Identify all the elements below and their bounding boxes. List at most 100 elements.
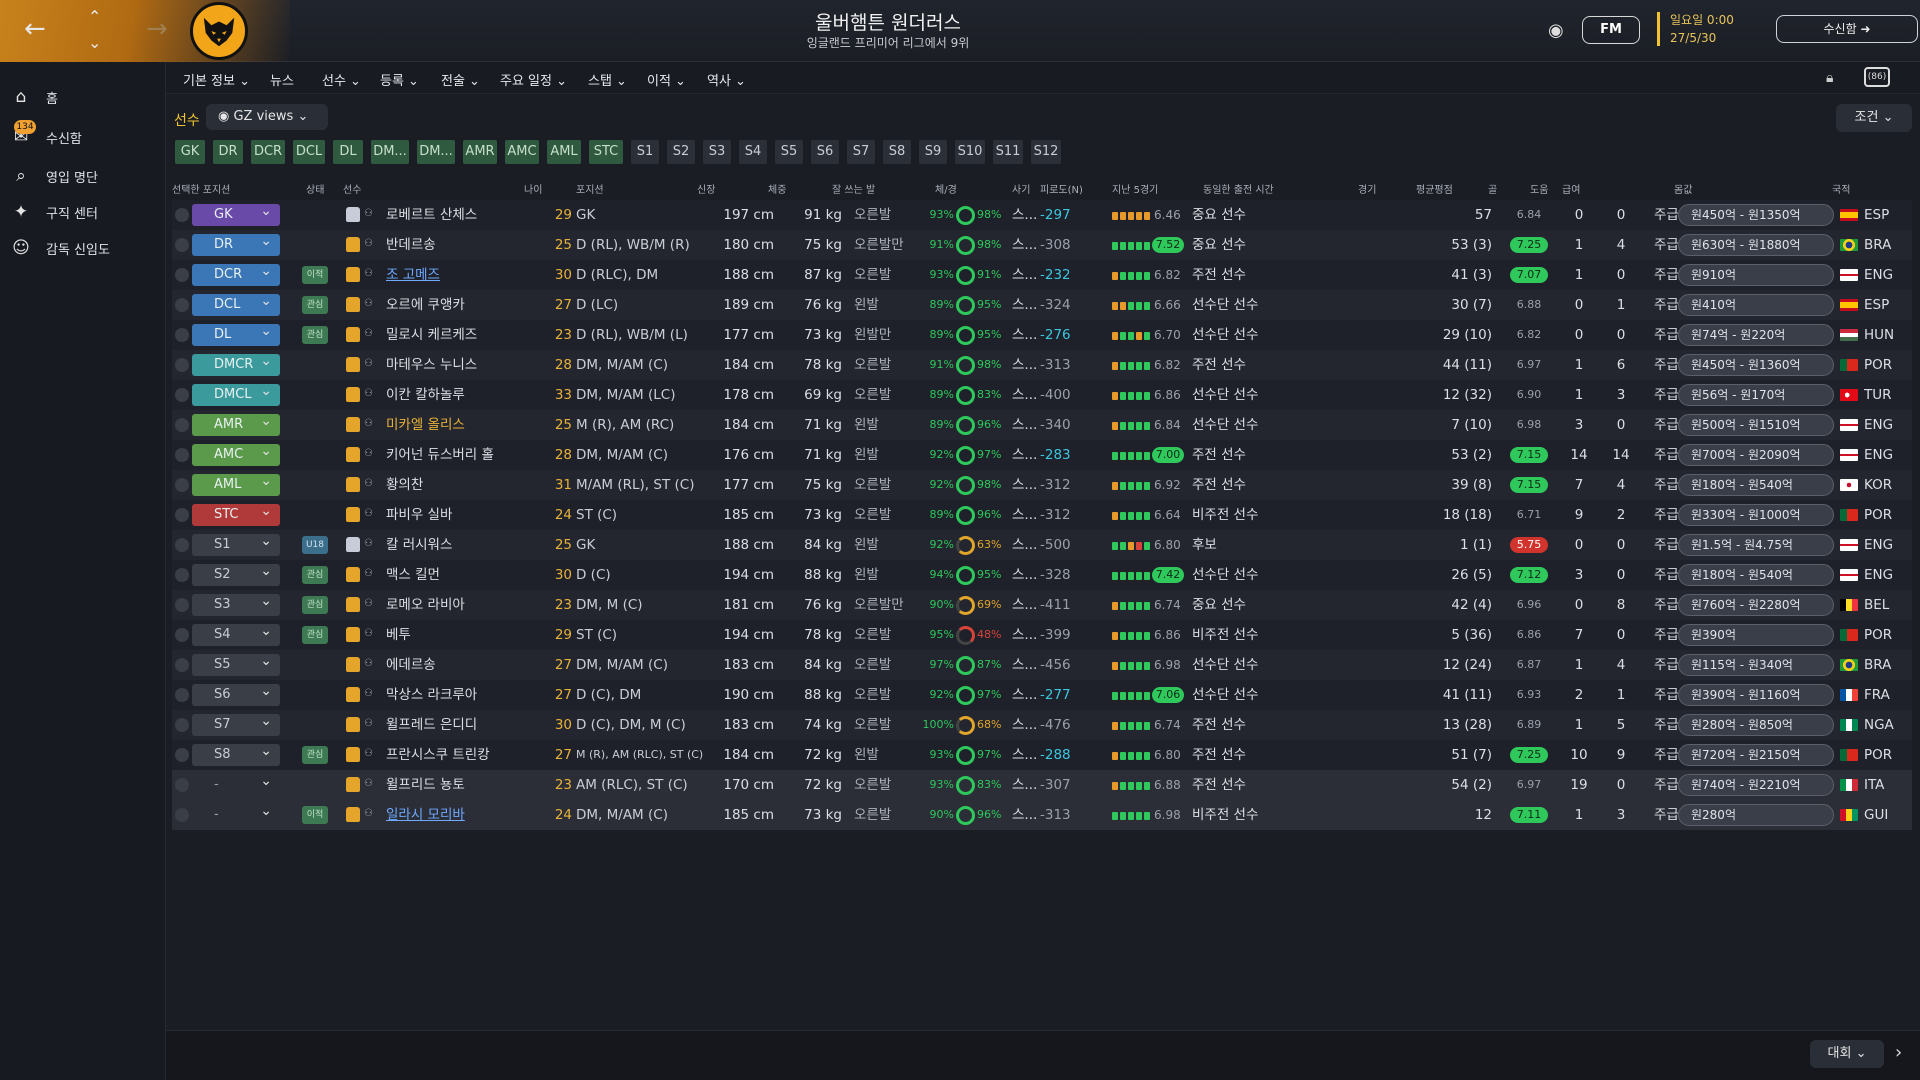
selected-position-dropdown[interactable]: DR bbox=[192, 230, 280, 256]
player-name[interactable]: 조 고메즈 bbox=[386, 260, 536, 290]
menu-schedule[interactable]: 주요 일정 ⌄ bbox=[500, 70, 567, 89]
selected-position-dropdown[interactable]: S1 bbox=[192, 530, 280, 556]
row-select-checkbox[interactable] bbox=[175, 598, 189, 612]
status-badge[interactable]: 관심 bbox=[302, 326, 328, 344]
table-row[interactable]: S2관심⚇맥스 킬먼30D (C)194 cm88 kg왼발94%95%스...… bbox=[172, 560, 1912, 590]
row-select-checkbox[interactable] bbox=[175, 568, 189, 582]
table-row[interactable]: S5⚇에데르송27DM, M/AM (C)183 cm84 kg오른발97%87… bbox=[172, 650, 1912, 680]
selected-position-dropdown[interactable]: S8 bbox=[192, 740, 280, 766]
table-row[interactable]: DL관심⚇밀로시 케르케즈23D (RL), WB/M (L)177 cm73 … bbox=[172, 320, 1912, 350]
selected-position-dropdown[interactable]: AMC bbox=[192, 440, 280, 466]
menu-news[interactable]: 뉴스 bbox=[270, 70, 294, 89]
current-date[interactable]: 27/5/30 bbox=[1670, 31, 1716, 45]
inbox-continue-button[interactable]: 수신함 ➜ bbox=[1776, 15, 1918, 43]
menu-transfers[interactable]: 이적 ⌄ bbox=[647, 70, 686, 89]
competition-dropdown[interactable]: 대회 ⌄ bbox=[1810, 1040, 1884, 1068]
column-header[interactable]: 급여 bbox=[1562, 181, 1580, 196]
tab-s4[interactable]: S4 bbox=[739, 140, 767, 164]
column-header[interactable]: 평균평점 bbox=[1416, 181, 1453, 196]
tab-dr[interactable]: DR bbox=[213, 140, 243, 164]
selected-position-dropdown[interactable]: AML bbox=[192, 470, 280, 496]
row-select-checkbox[interactable] bbox=[175, 418, 189, 432]
row-select-checkbox[interactable] bbox=[175, 268, 189, 282]
row-select-checkbox[interactable] bbox=[175, 658, 189, 672]
tab-amc[interactable]: AMC bbox=[505, 140, 539, 164]
row-select-checkbox[interactable] bbox=[175, 778, 189, 792]
table-row[interactable]: S4관심⚇베투29ST (C)194 cm78 kg오른발95%48%스...-… bbox=[172, 620, 1912, 650]
tab-amr[interactable]: AMR bbox=[463, 140, 497, 164]
player-name[interactable]: 맥스 킬먼 bbox=[386, 560, 536, 590]
table-row[interactable]: S8관심⚇프란시스쿠 트린캉27M (R), AM (RLC), ST (C)1… bbox=[172, 740, 1912, 770]
table-row[interactable]: STC⚇파비우 실바24ST (C)185 cm73 kg오른발89%96%스.… bbox=[172, 500, 1912, 530]
row-select-checkbox[interactable] bbox=[175, 358, 189, 372]
player-name[interactable]: 황의찬 bbox=[386, 470, 536, 500]
selected-position-dropdown[interactable]: DMCL bbox=[192, 380, 280, 406]
player-name[interactable]: 프란시스쿠 트린캉 bbox=[386, 740, 536, 770]
sidebar-item-home[interactable]: ⌂ 홈 bbox=[10, 82, 160, 112]
table-row[interactable]: S6⚇막상스 라크루아27D (C), DM190 cm88 kg오른발92%9… bbox=[172, 680, 1912, 710]
table-row[interactable]: DCR이적⚇조 고메즈30D (RLC), DM188 cm87 kg오른발93… bbox=[172, 260, 1912, 290]
player-name[interactable]: 밀로시 케르케즈 bbox=[386, 320, 536, 350]
selected-position-dropdown[interactable]: - bbox=[192, 800, 280, 826]
player-name[interactable]: 로베르트 산체스 bbox=[386, 200, 536, 230]
status-badge[interactable]: 관심 bbox=[302, 296, 328, 314]
status-badge[interactable]: 관심 bbox=[302, 596, 328, 614]
status-badge[interactable]: 관심 bbox=[302, 746, 328, 764]
selected-position-dropdown[interactable]: DCR bbox=[192, 260, 280, 286]
selected-position-dropdown[interactable]: S7 bbox=[192, 710, 280, 736]
table-row[interactable]: AMC⚇키어넌 듀스버리 홀28DM, M/AM (C)176 cm71 kg왼… bbox=[172, 440, 1912, 470]
row-select-checkbox[interactable] bbox=[175, 688, 189, 702]
column-header[interactable]: 골 bbox=[1488, 181, 1497, 196]
menu-squad[interactable]: 선수 ⌄ bbox=[322, 70, 361, 96]
menu-staff[interactable]: 스탭 ⌄ bbox=[588, 70, 627, 89]
row-select-checkbox[interactable] bbox=[175, 208, 189, 222]
menu-overview[interactable]: 기본 정보 ⌄ bbox=[183, 70, 250, 89]
table-row[interactable]: DMCL⚇이칸 칼하놀루33DM, M/AM (LC)178 cm69 kg오른… bbox=[172, 380, 1912, 410]
tab-s10[interactable]: S10 bbox=[955, 140, 985, 164]
selected-position-dropdown[interactable]: - bbox=[192, 770, 280, 796]
player-name[interactable]: 미카엘 올리스 bbox=[386, 410, 536, 440]
selected-position-dropdown[interactable]: S5 bbox=[192, 650, 280, 676]
tab-s11[interactable]: S11 bbox=[993, 140, 1023, 164]
player-name[interactable]: 칼 러시워스 bbox=[386, 530, 536, 560]
selected-position-dropdown[interactable]: DMCR bbox=[192, 350, 280, 376]
player-name[interactable]: 베투 bbox=[386, 620, 536, 650]
column-header[interactable]: 신장 bbox=[697, 181, 715, 196]
table-row[interactable]: AMR⚇미카엘 올리스25M (R), AM (RC)184 cm71 kg왼발… bbox=[172, 410, 1912, 440]
menu-registration[interactable]: 등록 ⌄ bbox=[380, 70, 419, 89]
tab-dm[interactable]: DM... bbox=[371, 140, 409, 164]
player-name[interactable]: 이칸 칼하놀루 bbox=[386, 380, 536, 410]
lock-icon[interactable]: 🔒︎ bbox=[1826, 70, 1833, 86]
column-header[interactable]: 사기 bbox=[1012, 181, 1030, 196]
tab-dm[interactable]: DM... bbox=[417, 140, 455, 164]
player-name[interactable]: 마테우스 누니스 bbox=[386, 350, 536, 380]
status-badge[interactable]: U18 bbox=[302, 536, 328, 554]
chevron-right-icon[interactable]: › bbox=[1895, 1042, 1902, 1063]
row-select-checkbox[interactable] bbox=[175, 448, 189, 462]
row-select-checkbox[interactable] bbox=[175, 388, 189, 402]
row-select-checkbox[interactable] bbox=[175, 538, 189, 552]
column-header[interactable]: 피로도(N) bbox=[1040, 181, 1083, 196]
player-name[interactable]: 막상스 라크루아 bbox=[386, 680, 536, 710]
status-badge[interactable]: 관심 bbox=[302, 566, 328, 584]
column-header[interactable]: 나이 bbox=[524, 181, 542, 196]
sidebar-item-job-centre[interactable]: ✦ 구직 센터 bbox=[10, 197, 160, 227]
tab-s6[interactable]: S6 bbox=[811, 140, 839, 164]
tab-s9[interactable]: S9 bbox=[919, 140, 947, 164]
row-select-checkbox[interactable] bbox=[175, 238, 189, 252]
table-row[interactable]: -이적⚇일라시 모리바24DM, M/AM (C)185 cm73 kg오른발9… bbox=[172, 800, 1912, 830]
tab-s12[interactable]: S12 bbox=[1031, 140, 1061, 164]
column-header[interactable]: 선수 bbox=[343, 181, 361, 196]
selected-position-dropdown[interactable]: STC bbox=[192, 500, 280, 526]
column-header[interactable]: 선택한 포지션 bbox=[172, 181, 230, 196]
table-row[interactable]: DR⚇반데르송25D (RL), WB/M (R)180 cm75 kg오른발만… bbox=[172, 230, 1912, 260]
selected-position-dropdown[interactable]: S6 bbox=[192, 680, 280, 706]
table-row[interactable]: DMCR⚇마테우스 누니스28DM, M/AM (C)184 cm78 kg오른… bbox=[172, 350, 1912, 380]
column-header[interactable]: 포지션 bbox=[576, 181, 604, 196]
row-select-checkbox[interactable] bbox=[175, 628, 189, 642]
tab-s8[interactable]: S8 bbox=[883, 140, 911, 164]
player-name[interactable]: 에데르송 bbox=[386, 650, 536, 680]
column-header[interactable]: 잘 쓰는 발 bbox=[832, 181, 875, 196]
status-badge[interactable]: 이적 bbox=[302, 806, 328, 824]
player-name[interactable]: 오르에 쿠앵카 bbox=[386, 290, 536, 320]
